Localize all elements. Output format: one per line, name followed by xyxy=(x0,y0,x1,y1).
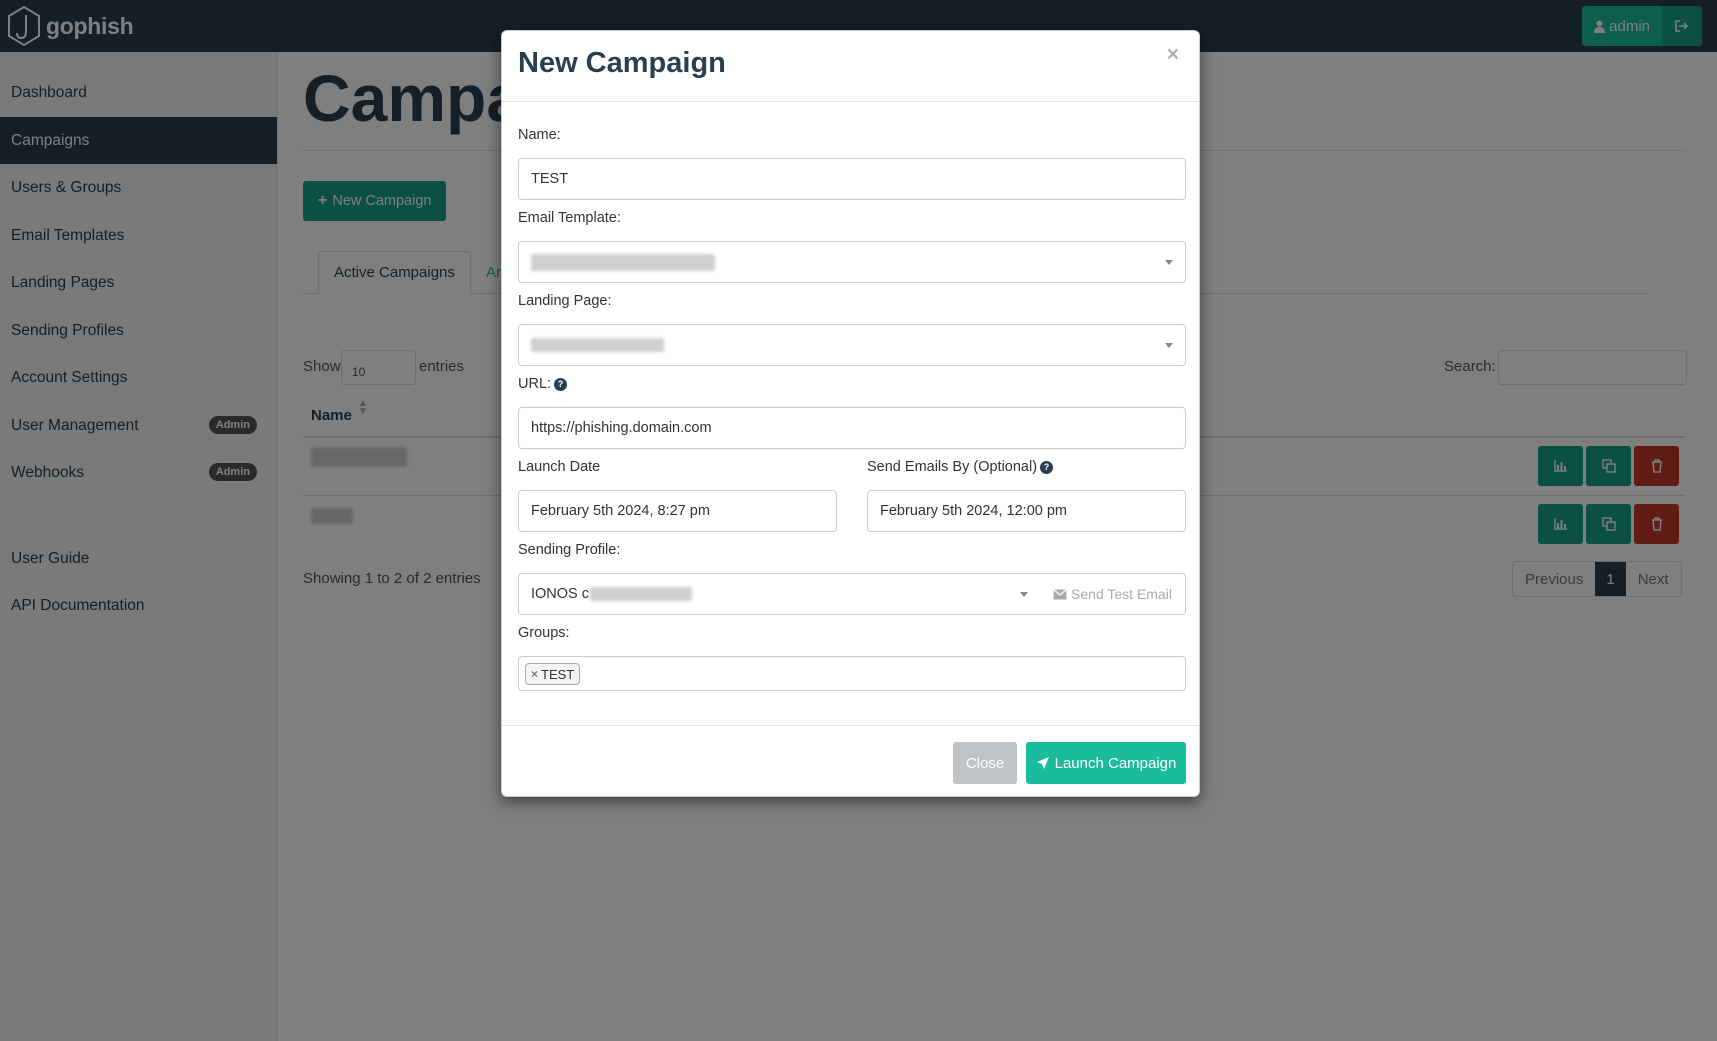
groups-label: Groups: xyxy=(518,625,570,641)
new-campaign-modal: New Campaign × Name: TEST Email Template… xyxy=(501,30,1200,797)
group-tag-label: TEST xyxy=(541,666,575,682)
close-icon[interactable]: × xyxy=(1167,43,1179,67)
landing-page-select[interactable] xyxy=(518,324,1186,366)
sending-profile-value: IONOS c xyxy=(531,586,590,602)
url-input-value: https://phishing.domain.com xyxy=(531,420,712,436)
email-template-select[interactable] xyxy=(518,241,1186,283)
modal-footer-divider xyxy=(502,725,1199,726)
name-label: Name: xyxy=(518,127,561,143)
modal-header-divider xyxy=(502,101,1199,102)
launch-date-input[interactable]: February 5th 2024, 8:27 pm xyxy=(518,490,837,532)
question-circle-icon[interactable]: ? xyxy=(554,377,568,391)
launch-campaign-label: Launch Campaign xyxy=(1054,754,1177,772)
close-button[interactable]: Close xyxy=(953,742,1017,784)
send-test-email-button[interactable]: Send Test Email xyxy=(1040,573,1186,615)
chevron-down-icon xyxy=(1165,260,1173,265)
modal-title: New Campaign xyxy=(518,47,726,79)
envelope-icon xyxy=(1053,588,1067,599)
landing-page-label: Landing Page: xyxy=(518,293,612,309)
redacted-landing-page xyxy=(531,338,664,352)
url-label-text: URL: xyxy=(518,376,552,392)
sending-profile-select[interactable]: IONOS c xyxy=(518,573,1041,615)
remove-tag-icon[interactable]: × xyxy=(531,667,538,681)
chevron-down-icon xyxy=(1020,592,1028,597)
url-input[interactable]: https://phishing.domain.com xyxy=(518,407,1186,449)
send-test-email-label: Send Test Email xyxy=(1071,586,1172,602)
send-by-label: Send Emails By (Optional)? xyxy=(867,459,1054,475)
rocket-icon xyxy=(1036,757,1049,769)
name-input-value: TEST xyxy=(531,171,569,187)
launch-date-label: Launch Date xyxy=(518,459,601,475)
launch-campaign-button[interactable]: Launch Campaign xyxy=(1026,742,1186,784)
redacted-template-name xyxy=(531,253,715,271)
send-by-label-text: Send Emails By (Optional) xyxy=(867,459,1038,475)
name-input[interactable]: TEST xyxy=(518,158,1186,200)
sending-profile-label: Sending Profile: xyxy=(518,542,621,558)
group-tag: × TEST xyxy=(525,663,581,685)
email-template-label: Email Template: xyxy=(518,210,621,226)
url-label: URL:? xyxy=(518,376,568,392)
groups-input[interactable]: × TEST xyxy=(518,656,1186,691)
redacted-profile-name xyxy=(590,587,693,601)
send-by-value: February 5th 2024, 12:00 pm xyxy=(880,503,1068,519)
question-circle-icon[interactable]: ? xyxy=(1040,460,1054,474)
chevron-down-icon xyxy=(1165,343,1173,348)
send-by-input[interactable]: February 5th 2024, 12:00 pm xyxy=(867,490,1186,532)
launch-date-value: February 5th 2024, 8:27 pm xyxy=(531,503,710,519)
